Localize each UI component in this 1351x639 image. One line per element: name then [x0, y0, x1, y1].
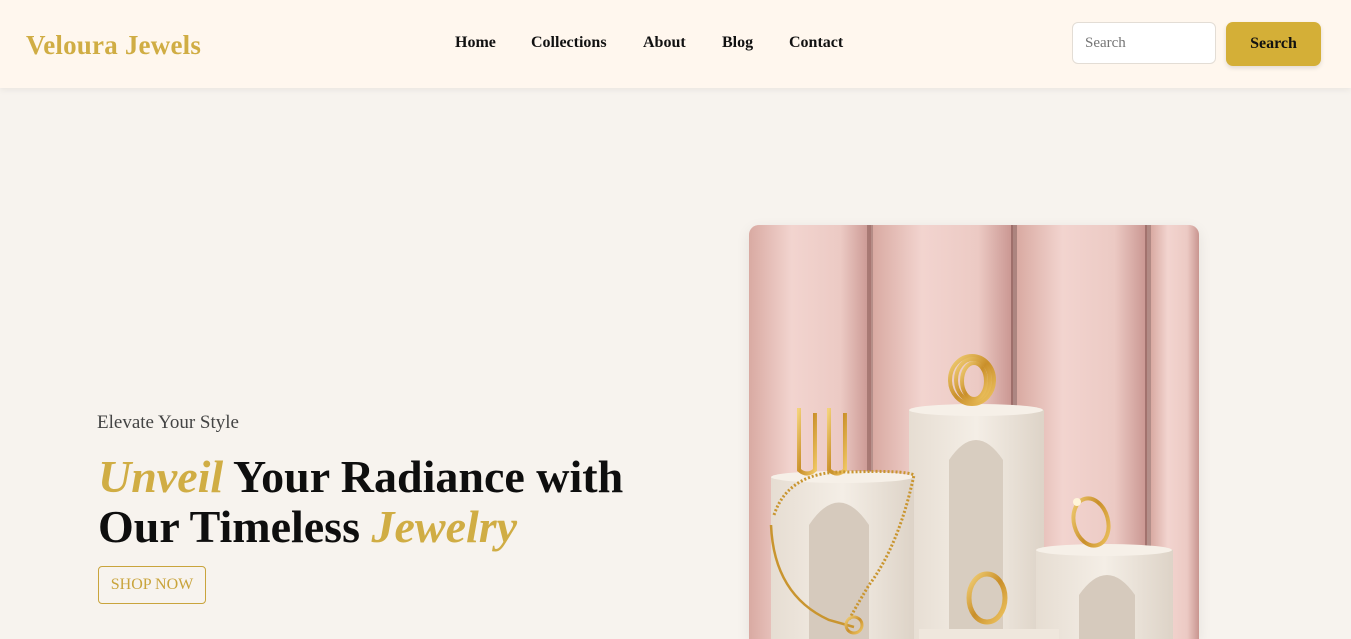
nav-home[interactable]: Home	[455, 34, 496, 52]
hero-headline: Unveil Your Radiance with Our Timeless J…	[98, 452, 678, 552]
nav-collections[interactable]: Collections	[531, 34, 607, 52]
headline-accent-unveil: Unveil	[98, 451, 224, 502]
search-input[interactable]	[1072, 22, 1216, 64]
nav-contact[interactable]: Contact	[789, 34, 843, 52]
brand-logo[interactable]: Veloura Jewels	[26, 30, 201, 61]
jewelry-display-illustration	[749, 225, 1199, 639]
navbar: Veloura Jewels Home Collections About Bl…	[0, 0, 1351, 88]
shop-now-button[interactable]: SHOP NOW	[98, 566, 206, 604]
hero-eyebrow: Elevate Your Style	[97, 412, 239, 433]
nav-about[interactable]: About	[643, 34, 686, 52]
search-button[interactable]: Search	[1226, 22, 1321, 66]
headline-accent-jewelry: Jewelry	[371, 501, 518, 552]
nav-blog[interactable]: Blog	[722, 34, 753, 52]
hero-jewelry-image	[749, 225, 1199, 639]
